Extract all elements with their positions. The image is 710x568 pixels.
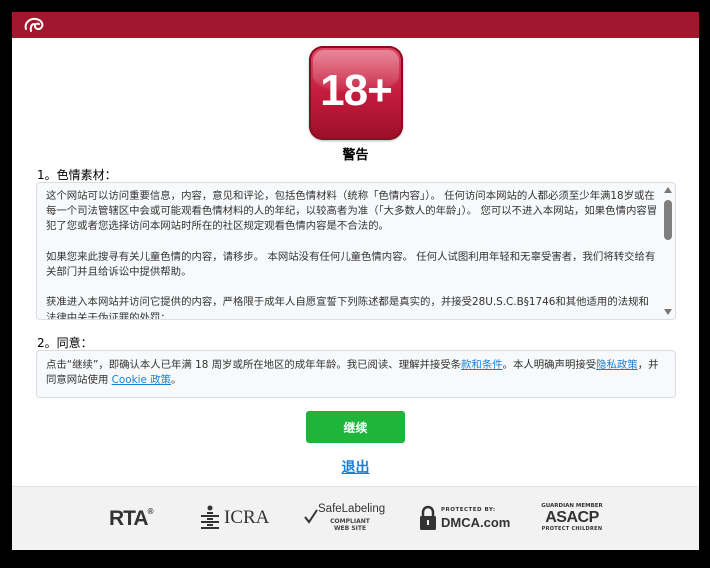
footer-logos: RTA® ICRA SafeLabeling COMPLIANT WEB SIT… [12,486,699,550]
asacp-sub-label: PROTECT CHILDREN [541,526,603,532]
dmca-logo[interactable]: PROTECTED BY: DMCA.com [415,505,515,533]
icra-text: ICRA [224,507,270,528]
top-bar [12,12,699,38]
icra-logo[interactable]: ICRA [198,503,274,533]
consent-text: 。 [171,374,182,387]
checkmark-icon [304,509,318,524]
continue-button[interactable]: 继续 [306,411,405,443]
scrollbar[interactable] [662,184,674,318]
paragraph: 获准进入本网站并访问它提供的内容，严格限于成年人自愿宣誓下列陈述都是真实的，并接… [46,296,649,320]
lock-icon [420,505,436,530]
cookie-policy-link[interactable]: Cookie 政策 [112,374,171,386]
section2-label: 2。同意： [37,336,93,350]
consent-text-box: 点击“继续”，即确认本人已年满 18 周岁或所在地区的成年年龄。我已阅读、理解并… [36,350,676,398]
consent-content: 点击“继续”，即确认本人已年满 18 周岁或所在地区的成年年龄。我已阅读、理解并… [46,358,666,388]
site-logo-icon [24,17,44,32]
safelabeling-sub1: COMPLIANT [330,518,370,525]
safelabeling-sub2: WEB SITE [333,525,367,532]
badge-text: 18+ [320,66,393,115]
age-18-plus-badge: 18+ [309,46,403,140]
age-verification-modal: 18+ 警告 1。色情素材： 这个网站可以访问重要信息，内容，意见和评论，包括色… [12,12,699,550]
paragraph: 这个网站可以访问重要信息，内容，意见和评论，包括色情材料（统称「色情内容」）。 … [46,190,658,233]
privacy-policy-link[interactable]: 隐私政策 [596,359,638,371]
adult-material-content: 这个网站可以访问重要信息，内容，意见和评论，包括色情材料（统称「色情内容」）。 … [46,189,658,320]
adult-material-text-box[interactable]: 这个网站可以访问重要信息，内容，意见和评论，包括色情材料（统称「色情内容」）。 … [36,182,676,320]
section1-label: 1。色情素材： [37,168,117,182]
exit-link[interactable]: 退出 [12,457,699,477]
warning-title: 警告 [342,148,369,163]
consent-text: 。本人明确声明接受 [502,359,597,371]
terms-link[interactable]: 款和条件 [461,359,503,371]
asacp-logo[interactable]: GUARDIAN MEMBER ASACP PROTECT CHILDREN [540,503,604,535]
safelabeling-subtext: COMPLIANT WEB SITE [318,518,382,532]
paragraph: 如果您来此搜寻有关儿童色情的内容，请移步。 本网站没有任何儿童色情内容。 任何人… [46,250,656,278]
scroll-up-arrow-icon[interactable] [664,187,672,193]
consent-text: 点击“继续”，即确认本人已年满 18 周岁或所在地区的成年年龄。我已阅读、理解并… [46,359,462,371]
rta-logo[interactable]: RTA® [109,507,153,531]
dmca-text: DMCA.com [441,515,511,530]
dmca-protected-label: PROTECTED BY: [441,507,496,513]
scroll-down-arrow-icon[interactable] [664,309,672,315]
safelabeling-text: SafeLabeling [318,503,386,515]
asacp-text: ASACP [545,509,599,526]
rta-text: RTA [109,507,149,530]
scroll-thumb[interactable] [664,200,672,240]
safelabeling-logo[interactable]: SafeLabeling COMPLIANT WEB SITE [304,503,386,535]
rta-registered-mark: ® [147,507,154,516]
icra-figure-icon [201,505,219,529]
